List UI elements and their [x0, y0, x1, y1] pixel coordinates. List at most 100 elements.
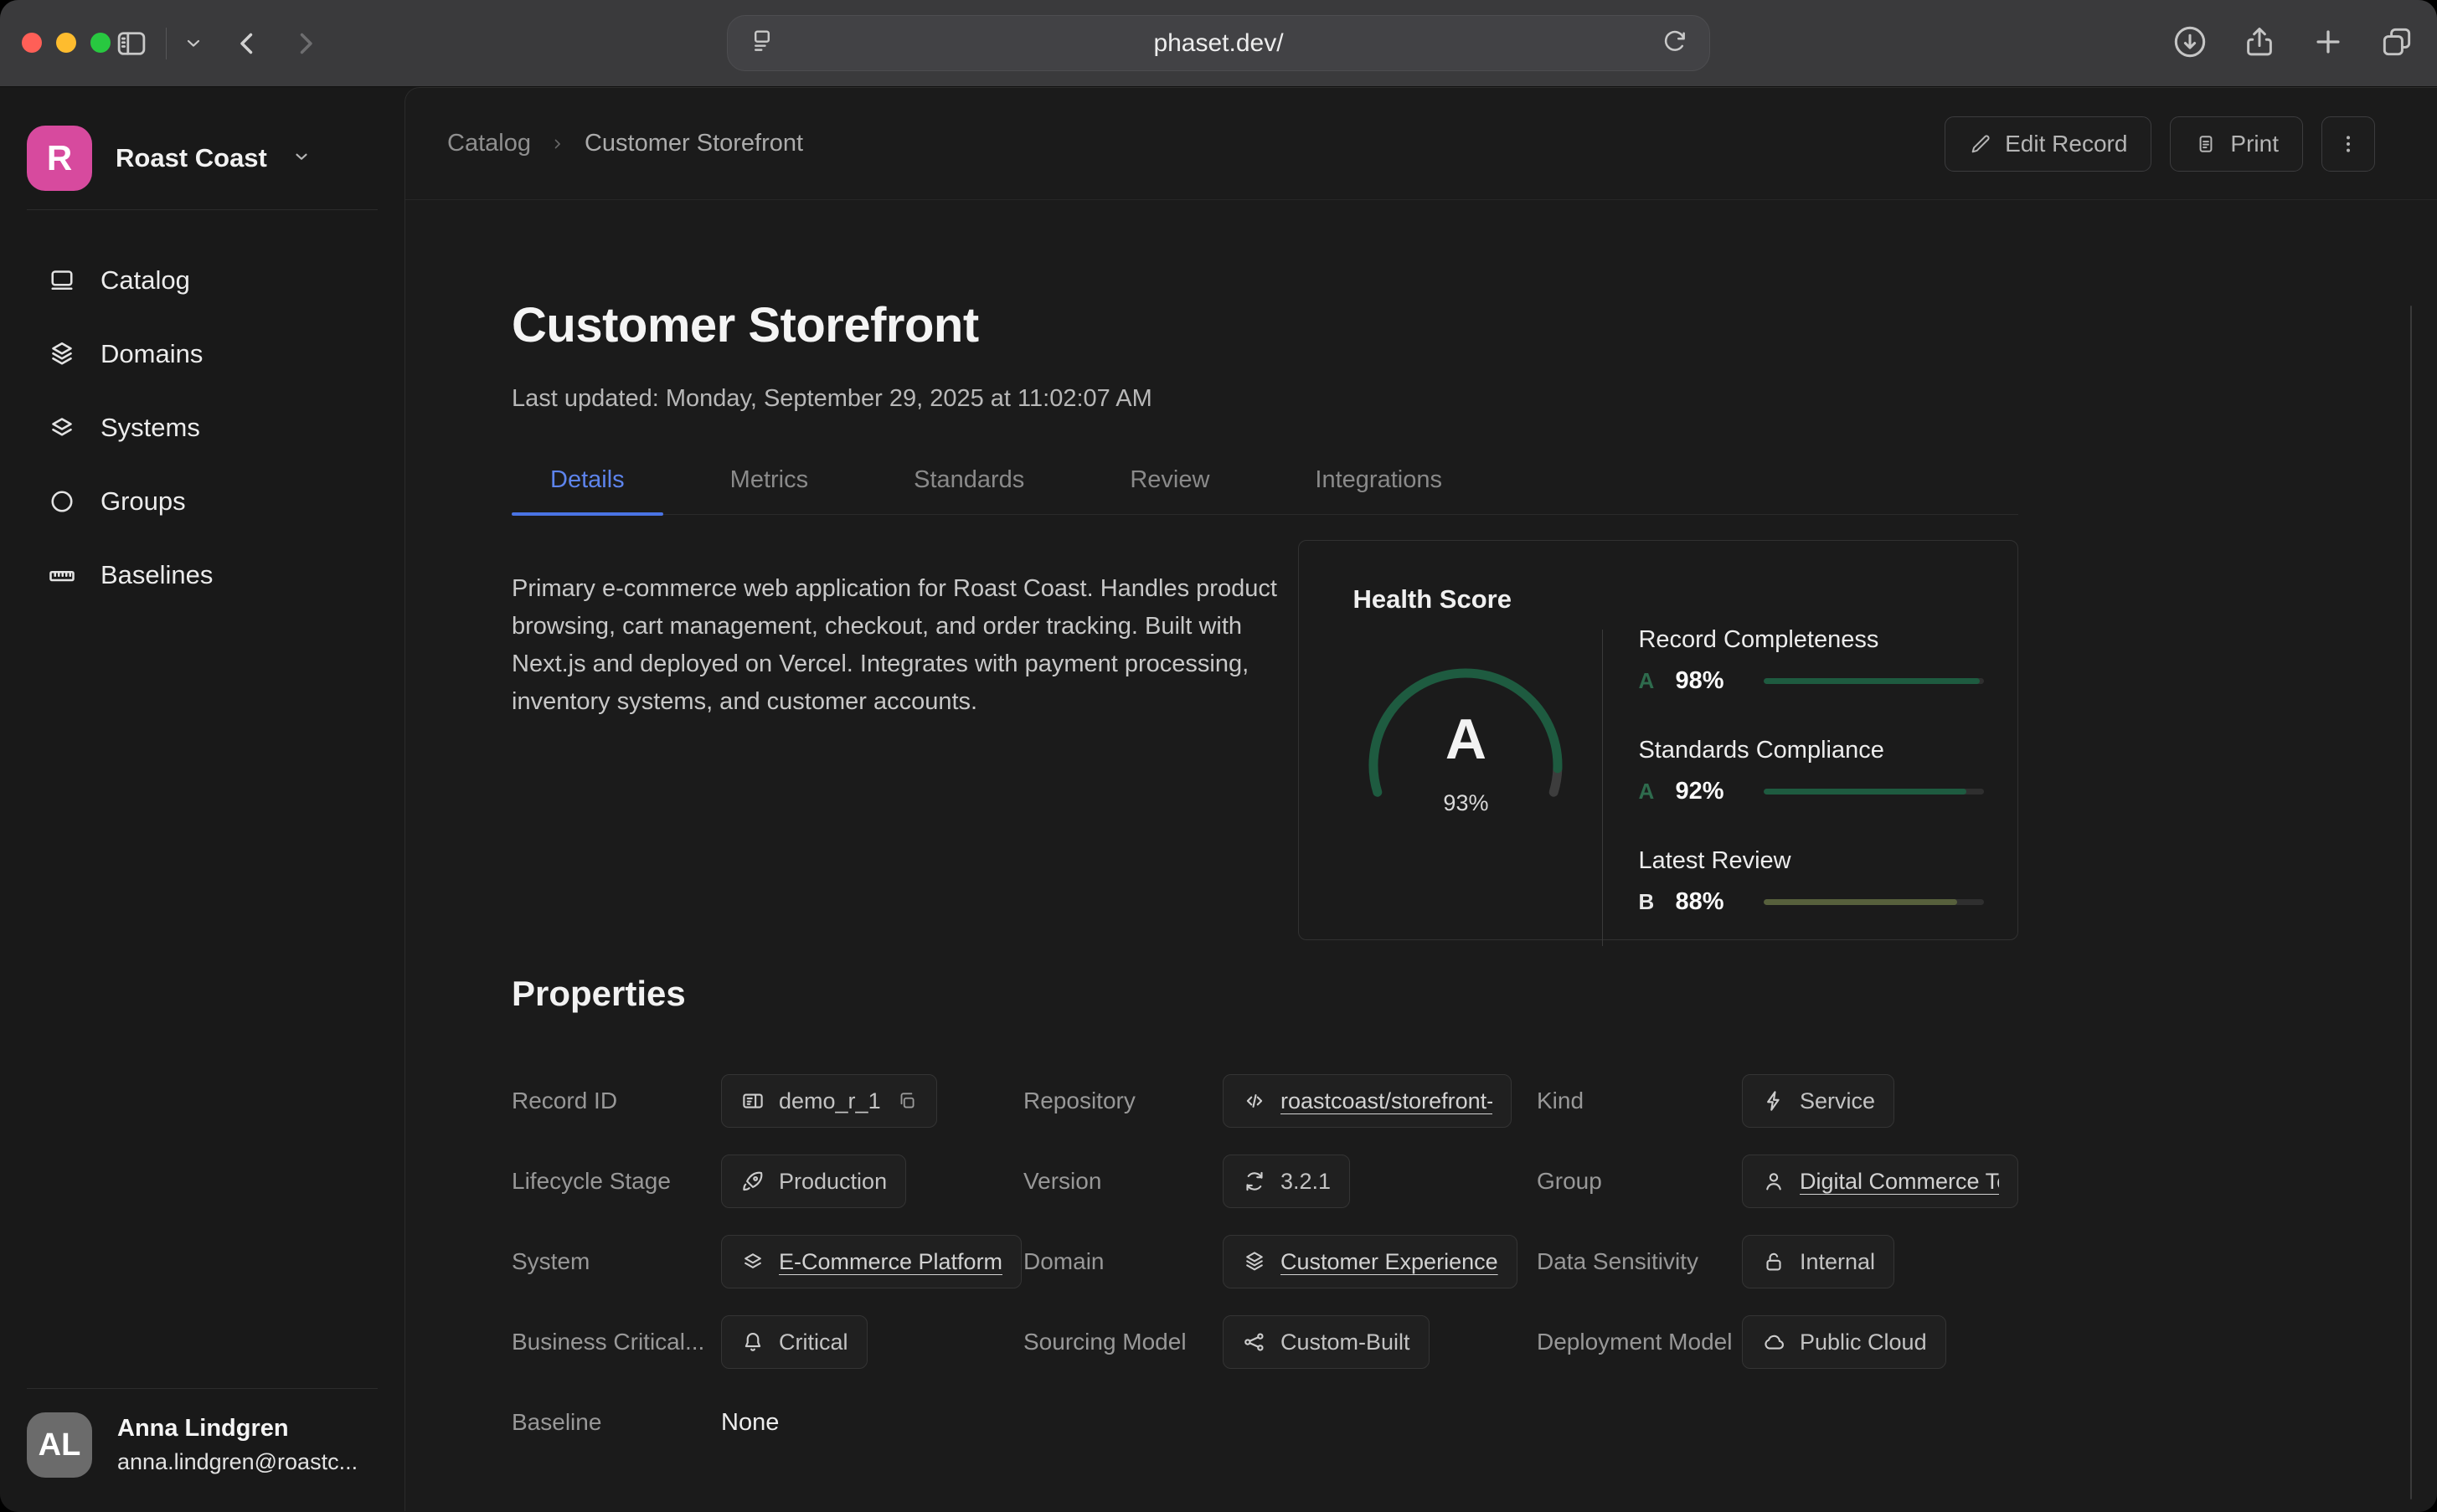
health-metrics: Record CompletenessA98%Standards Complia… — [1638, 626, 1984, 958]
gauge-percent: 93% — [1352, 790, 1579, 816]
breadcrumb-catalog[interactable]: Catalog — [447, 130, 531, 157]
forward-icon[interactable] — [291, 28, 321, 59]
property-text: Critical — [779, 1329, 848, 1355]
property-label: Lifecycle Stage — [512, 1168, 721, 1195]
address-bar[interactable]: phaset.dev/ — [727, 15, 1710, 71]
health-card-divider — [1602, 630, 1603, 946]
sidebar-item-domains[interactable]: Domains — [27, 317, 378, 391]
user-profile[interactable]: AL Anna Lindgren anna.lindgren@roastc... — [27, 1412, 378, 1478]
property-chip: Service — [1742, 1074, 1894, 1128]
property-value: None — [721, 1409, 1023, 1437]
tab-integrations[interactable]: Integrations — [1276, 466, 1481, 514]
id-card-icon — [740, 1088, 765, 1113]
property-chip[interactable]: roastcoast/storefront-w — [1223, 1074, 1512, 1128]
user-name: Anna Lindgren — [117, 1415, 358, 1443]
page-header: Catalog Customer Storefront Edit Record … — [405, 88, 2437, 200]
layers3-icon — [47, 339, 77, 369]
property-chip[interactable]: Customer Experience — [1223, 1235, 1517, 1288]
close-window-button[interactable] — [22, 33, 42, 53]
workspace-switcher[interactable]: R Roast Coast — [27, 126, 378, 191]
back-icon[interactable] — [232, 28, 262, 59]
gauge-grade: A — [1352, 707, 1579, 772]
sidebar-toggle-icon[interactable] — [114, 26, 149, 61]
properties-grid: Record IDdemo_r_1Repositoryroastcoast/st… — [512, 1061, 2018, 1463]
property-chip: Public Cloud — [1742, 1315, 1946, 1369]
layers2-icon — [47, 413, 77, 443]
property-link[interactable]: E-Commerce Platform — [779, 1249, 1002, 1275]
property-plain-value: None — [721, 1409, 779, 1436]
property-label: Record ID — [512, 1088, 721, 1114]
metric-label: Record Completeness — [1638, 626, 1984, 654]
zoom-window-button[interactable] — [90, 33, 111, 53]
workspace-name: Roast Coast — [116, 143, 267, 173]
health-score-title: Health Score — [1352, 584, 1984, 615]
property-chip[interactable]: E-Commerce Platform — [721, 1235, 1022, 1288]
refresh-icon — [1242, 1169, 1267, 1194]
property-value: Service — [1742, 1074, 2018, 1128]
health-metric: Record CompletenessA98% — [1638, 626, 1984, 695]
property-value: Production — [721, 1155, 1023, 1208]
tab-details[interactable]: Details — [512, 466, 663, 514]
sidebar-item-baselines[interactable]: Baselines — [27, 538, 378, 612]
metric-bar — [1764, 678, 1984, 684]
rocket-icon — [740, 1169, 765, 1194]
metric-grade: A — [1638, 668, 1675, 694]
share-icon[interactable] — [2241, 23, 2278, 64]
property-text: Public Cloud — [1800, 1329, 1927, 1355]
pencil-icon — [1969, 132, 1992, 156]
sidebar-item-catalog[interactable]: Catalog — [27, 244, 378, 317]
property-text: Custom-Built — [1280, 1329, 1410, 1355]
browser-titlebar: phaset.dev/ — [0, 0, 2437, 87]
property-value: Custom-Built — [1223, 1315, 1537, 1369]
property-value: Public Cloud — [1742, 1315, 2018, 1369]
property-chip: demo_r_1 — [721, 1074, 937, 1128]
property-label: Group — [1537, 1168, 1742, 1195]
tab-overview-icon[interactable] — [2378, 23, 2415, 64]
edit-record-button[interactable]: Edit Record — [1945, 116, 2151, 172]
property-label: System — [512, 1248, 721, 1275]
property-text: Service — [1800, 1088, 1875, 1114]
breadcrumb: Catalog Customer Storefront — [447, 130, 803, 157]
new-tab-icon[interactable] — [2310, 23, 2347, 64]
kebab-icon — [2337, 132, 2360, 156]
sidebar-divider — [27, 1388, 378, 1389]
sidebar-divider — [27, 209, 378, 210]
metric-bar — [1764, 789, 1984, 795]
network-icon — [1242, 1329, 1267, 1355]
downloads-icon[interactable] — [2171, 23, 2209, 65]
health-score-card: Health Score A 93% Recor — [1298, 540, 2018, 940]
property-label: Domain — [1023, 1248, 1223, 1275]
property-link[interactable]: roastcoast/storefront-w — [1280, 1088, 1492, 1114]
minimize-window-button[interactable] — [56, 33, 76, 53]
property-label: Business Critical... — [512, 1329, 721, 1355]
tab-metrics[interactable]: Metrics — [692, 466, 847, 514]
sidebar: R Roast Coast CatalogDomainsSystemsGroup… — [0, 87, 404, 1511]
sidebar-nav: CatalogDomainsSystemsGroups Baselines — [27, 244, 378, 612]
property-label: Kind — [1537, 1088, 1742, 1114]
print-label: Print — [2230, 131, 2279, 157]
sidebar-item-label: Baselines — [100, 560, 213, 590]
main-panel: Catalog Customer Storefront Edit Record … — [404, 87, 2437, 1511]
lock-open-icon — [1761, 1249, 1786, 1274]
tab-review[interactable]: Review — [1091, 466, 1248, 514]
window-controls — [22, 33, 111, 53]
tab-group-chevron-icon[interactable] — [183, 33, 204, 54]
property-chip: Internal — [1742, 1235, 1894, 1288]
sidebar-item-groups[interactable]: Groups — [27, 465, 378, 538]
property-link[interactable]: Digital Commerce Team — [1800, 1169, 1999, 1195]
copy-icon[interactable] — [896, 1090, 918, 1112]
more-options-button[interactable] — [2321, 116, 2375, 172]
print-button[interactable]: Print — [2170, 116, 2303, 172]
property-text: Internal — [1800, 1249, 1875, 1275]
toolbar-divider — [166, 28, 167, 59]
record-description: Primary e-commerce web application for R… — [512, 540, 1298, 940]
chevron-down-icon — [292, 147, 311, 170]
property-chip[interactable]: Digital Commerce Team — [1742, 1155, 2018, 1208]
tab-standards[interactable]: Standards — [875, 466, 1063, 514]
property-value: Digital Commerce Team — [1742, 1155, 2018, 1208]
property-link[interactable]: Customer Experience — [1280, 1249, 1498, 1275]
sidebar-item-systems[interactable]: Systems — [27, 391, 378, 465]
health-metric: Standards ComplianceA92% — [1638, 737, 1984, 805]
bolt-icon — [1761, 1088, 1786, 1113]
cloud-icon — [1761, 1329, 1786, 1355]
